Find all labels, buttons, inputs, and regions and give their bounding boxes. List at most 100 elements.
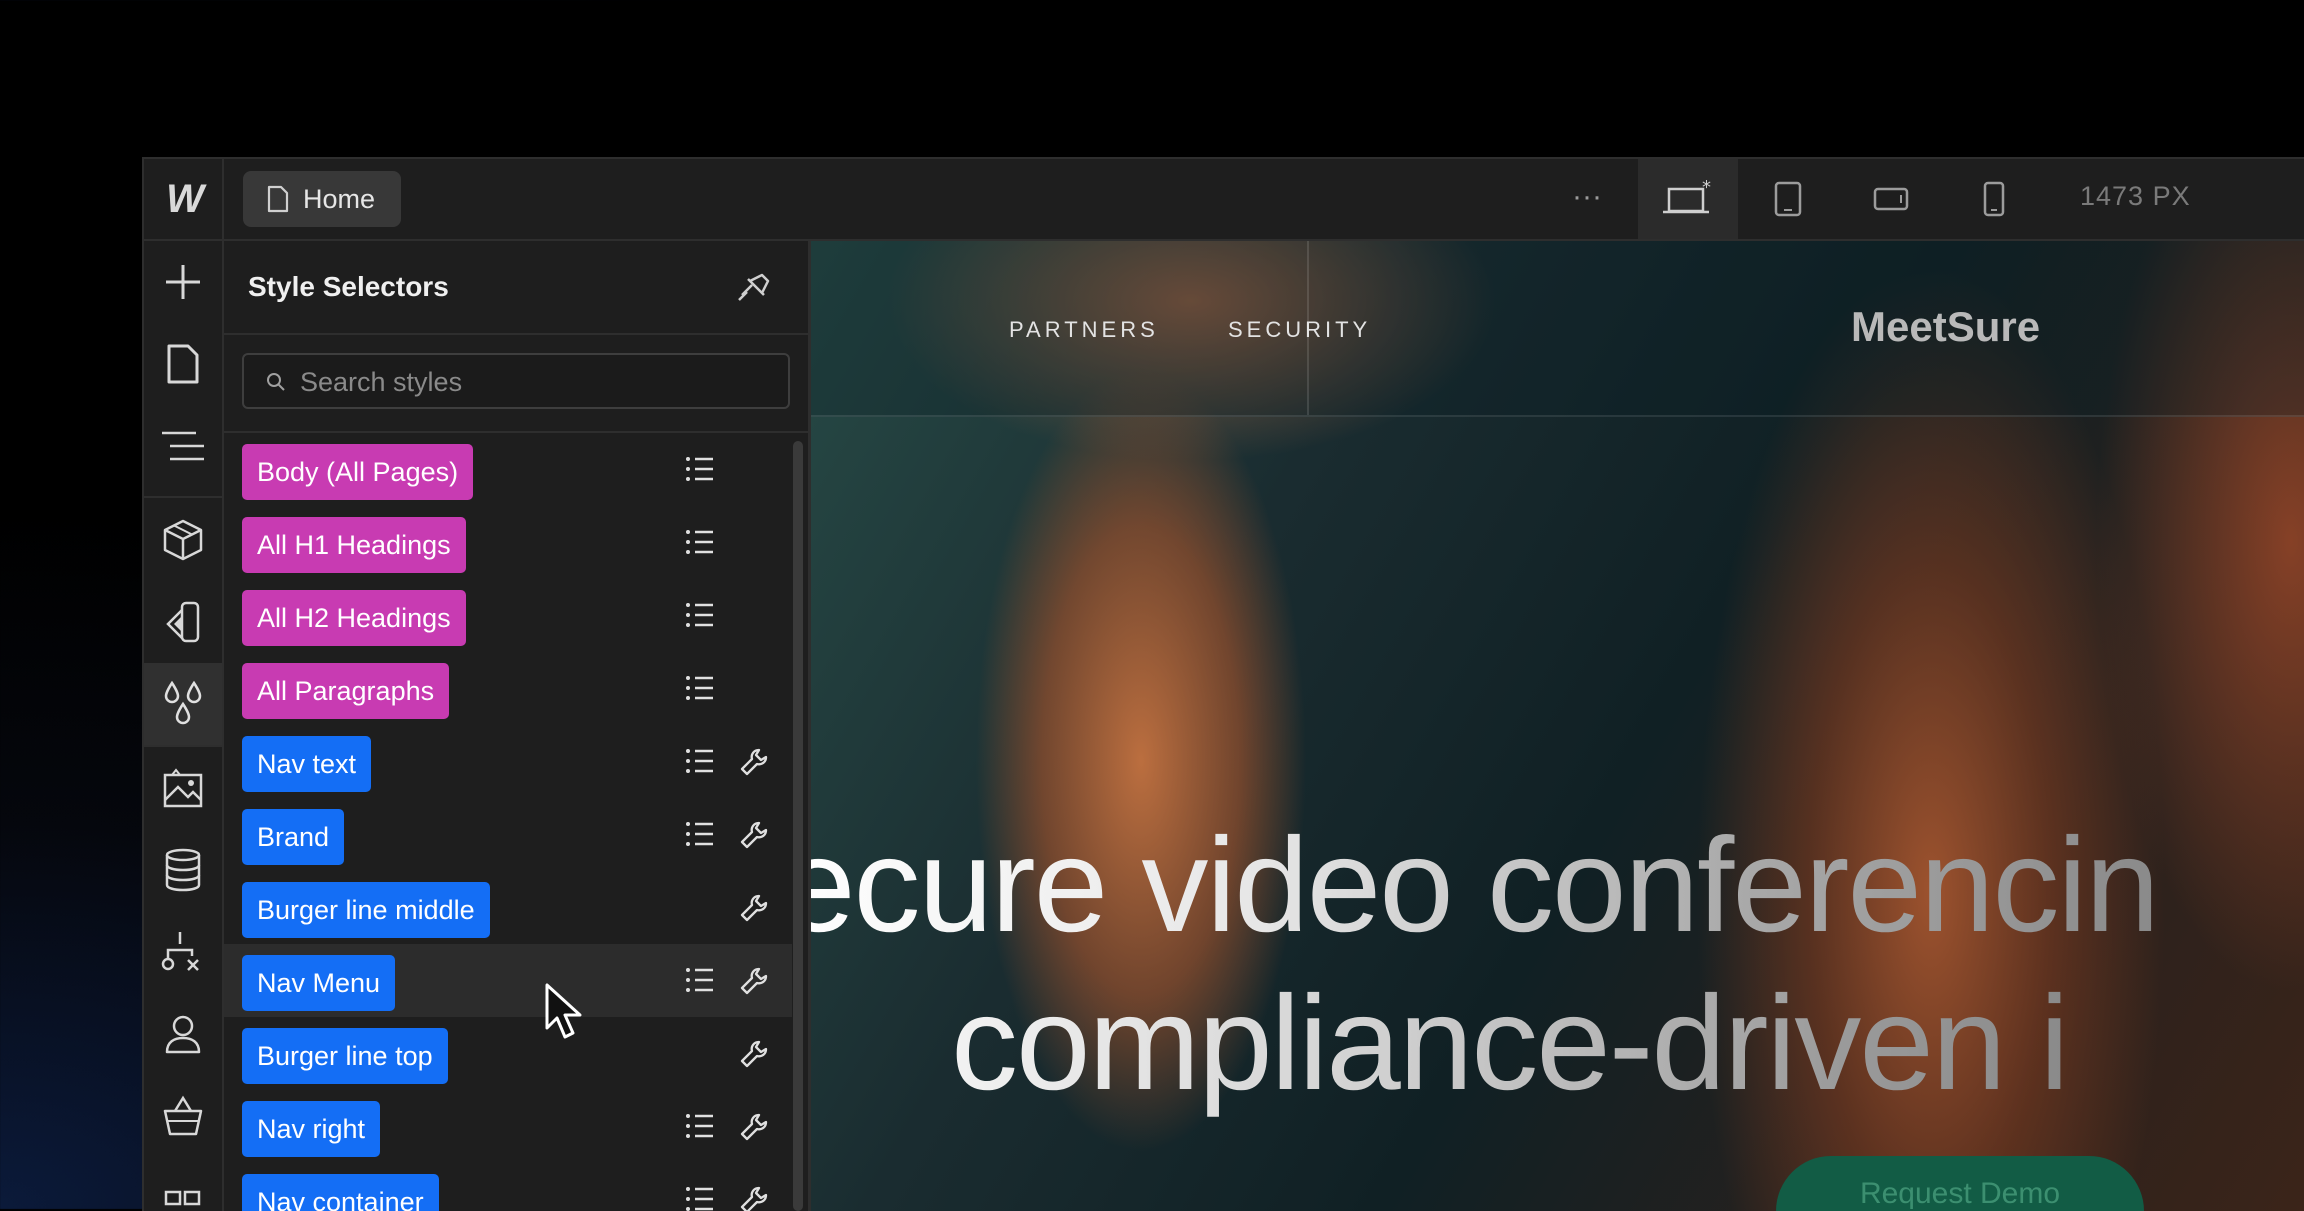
- pages-icon: [167, 344, 199, 384]
- panel-scrollbar[interactable]: [793, 441, 803, 1211]
- rail-divider: [144, 496, 222, 498]
- add-elements-button[interactable]: [144, 241, 222, 323]
- panel-title: Style Selectors: [248, 271, 449, 302]
- list-icon[interactable]: [685, 966, 715, 994]
- selector-row[interactable]: Brand: [224, 798, 792, 871]
- assets-icon: [163, 768, 203, 808]
- wrench-icon[interactable]: [739, 1185, 769, 1211]
- assets-button[interactable]: [144, 747, 222, 829]
- request-demo-button[interactable]: Request Demo: [1776, 1156, 2144, 1211]
- style-guide-button[interactable]: [144, 581, 222, 663]
- users-icon: [165, 1015, 201, 1054]
- more-options-button[interactable]: ···: [1562, 179, 1612, 219]
- pages-button[interactable]: [144, 323, 222, 405]
- components-button[interactable]: [144, 499, 222, 581]
- logo-text: W: [166, 176, 204, 221]
- class-selector-chip[interactable]: Nav container: [242, 1174, 439, 1211]
- apps-icon: [164, 1190, 201, 1206]
- nav-link-security[interactable]: SECURITY: [1228, 317, 1371, 343]
- wrench-icon[interactable]: [739, 893, 769, 923]
- selector-row[interactable]: Nav right: [224, 1090, 792, 1163]
- list-icon[interactable]: [685, 820, 715, 848]
- list-icon[interactable]: [685, 1112, 715, 1140]
- breakpoint-desktop-button[interactable]: *: [1638, 159, 1738, 239]
- tag-selector-chip[interactable]: All H2 Headings: [242, 590, 466, 646]
- selector-row-hovered[interactable]: Nav Menu: [224, 944, 792, 1017]
- wrench-icon[interactable]: [739, 820, 769, 850]
- list-icon[interactable]: [685, 601, 715, 629]
- mobile-portrait-icon: [1983, 181, 2005, 217]
- wrench-icon[interactable]: [739, 1039, 769, 1069]
- canvas-width-readout: 1473 PX: [2080, 181, 2191, 211]
- list-icon[interactable]: [685, 1185, 715, 1211]
- apps-button[interactable]: [144, 1157, 222, 1211]
- class-selector-chip[interactable]: Burger line top: [242, 1028, 448, 1084]
- selector-row[interactable]: All H1 Headings: [224, 506, 792, 579]
- class-selector-chip[interactable]: Nav text: [242, 736, 372, 792]
- hero-heading-line-2[interactable]: compliance-driven i: [951, 969, 2069, 1119]
- list-icon[interactable]: [685, 674, 715, 702]
- top-bar: W Home ··· * 1473 PX: [144, 159, 2304, 241]
- selector-row[interactable]: Burger line top: [224, 1017, 792, 1090]
- tag-selector-chip[interactable]: All H1 Headings: [242, 517, 466, 573]
- breakpoint-mobile-landscape-button[interactable]: [1841, 159, 1941, 239]
- hero-heading-line-1[interactable]: ecure video conferencin: [811, 811, 2160, 961]
- search-styles-field[interactable]: [242, 353, 790, 409]
- selector-row[interactable]: Nav text: [224, 725, 792, 798]
- components-icon: [163, 519, 203, 561]
- class-selector-chip[interactable]: Brand: [242, 809, 345, 865]
- left-toolbar: [144, 241, 224, 1211]
- tag-selector-chip[interactable]: All Paragraphs: [242, 663, 450, 719]
- logic-button[interactable]: [144, 911, 222, 993]
- selector-row[interactable]: Nav container: [224, 1163, 792, 1211]
- class-selector-chip[interactable]: Nav Menu: [242, 955, 396, 1011]
- search-area: [224, 335, 808, 433]
- page-selector-label: Home: [303, 183, 376, 214]
- navigator-button[interactable]: [144, 405, 222, 487]
- nav-divider: [1307, 241, 1309, 415]
- selectors-list: Body (All Pages) All H1 Headings All H2 …: [224, 433, 794, 1211]
- style-selectors-panel: Style Selectors Body (All Pages) All H1 …: [224, 241, 811, 1211]
- tablet-icon: [1774, 181, 1802, 217]
- list-icon[interactable]: [685, 747, 715, 775]
- wrench-icon[interactable]: [739, 966, 769, 996]
- search-styles-input[interactable]: [298, 361, 772, 403]
- users-button[interactable]: [144, 993, 222, 1075]
- navigator-icon: [162, 431, 204, 461]
- selector-row[interactable]: All H2 Headings: [224, 579, 792, 652]
- page-icon: [267, 185, 289, 213]
- selector-row[interactable]: Burger line middle: [224, 871, 792, 944]
- breakpoint-tablet-button[interactable]: [1738, 159, 1838, 239]
- site-navbar[interactable]: PARTNERS SECURITY MeetSure: [811, 241, 2304, 417]
- tag-selector-chip[interactable]: Body (All Pages): [242, 444, 474, 500]
- cms-icon: [165, 848, 201, 892]
- style-selectors-button[interactable]: [144, 663, 222, 745]
- list-icon[interactable]: [685, 528, 715, 556]
- selector-row[interactable]: All Paragraphs: [224, 652, 792, 725]
- mouse-cursor-icon: [545, 983, 582, 1039]
- panel-header: Style Selectors: [224, 241, 808, 335]
- nav-link-partners[interactable]: PARTNERS: [1009, 317, 1159, 343]
- svg-text:*: *: [1702, 179, 1711, 198]
- site-brand[interactable]: MeetSure: [1851, 303, 2040, 351]
- add-icon: [166, 265, 200, 299]
- cms-button[interactable]: [144, 829, 222, 911]
- mobile-landscape-icon: [1873, 187, 1909, 211]
- class-selector-chip[interactable]: Nav right: [242, 1101, 381, 1157]
- wrench-icon[interactable]: [739, 747, 769, 777]
- pin-panel-icon[interactable]: [736, 271, 772, 303]
- desktop-base-icon: *: [1663, 179, 1711, 214]
- webflow-logo[interactable]: W: [144, 159, 224, 239]
- selector-row[interactable]: Body (All Pages): [224, 433, 792, 506]
- search-icon: [267, 373, 285, 391]
- logic-icon: [161, 932, 199, 971]
- design-canvas[interactable]: PARTNERS SECURITY MeetSure ecure video c…: [811, 241, 2304, 1211]
- list-icon[interactable]: [685, 455, 715, 483]
- class-selector-chip[interactable]: Burger line middle: [242, 882, 490, 938]
- wrench-icon[interactable]: [739, 1112, 769, 1142]
- ecommerce-button[interactable]: [144, 1075, 222, 1157]
- page-selector-button[interactable]: Home: [243, 171, 401, 227]
- ecommerce-icon: [163, 1095, 203, 1136]
- style-guide-icon: [166, 601, 200, 643]
- breakpoint-mobile-portrait-button[interactable]: [1944, 159, 2044, 239]
